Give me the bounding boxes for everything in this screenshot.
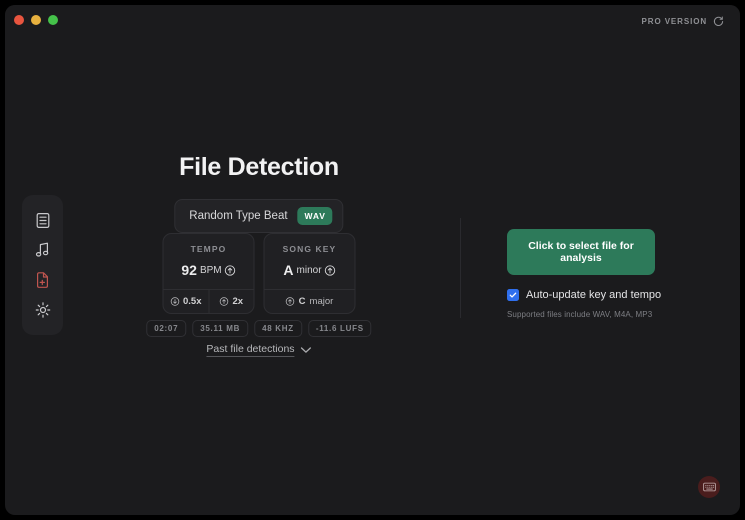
chip-sample-rate: 48 KHZ xyxy=(254,320,302,337)
circle-arrow-down-icon xyxy=(170,297,179,306)
tempo-card: TEMPO 92 BPM xyxy=(163,233,255,314)
chevron-down-icon xyxy=(301,346,312,354)
checkmark-icon xyxy=(509,291,517,299)
page-title: File Detection xyxy=(63,153,455,182)
tempo-half-button[interactable]: 0.5x xyxy=(164,290,209,313)
pro-version-label: PRO VERSION xyxy=(642,17,707,26)
chip-duration: 02:07 xyxy=(146,320,186,337)
tempo-card-value: 92 BPM xyxy=(170,262,248,278)
metadata-chips: 02:07 35.11 MB 48 KHZ -11.6 LUFS xyxy=(146,320,371,337)
tempo-unit: BPM xyxy=(200,265,222,276)
panel-divider xyxy=(460,218,461,318)
main-content: File Detection Random Type Beat WAV TEMP… xyxy=(63,35,455,515)
song-key-mode: minor xyxy=(297,265,322,276)
song-key-relative-mode: major xyxy=(310,296,334,307)
document-icon xyxy=(35,212,51,229)
title-bar: PRO VERSION xyxy=(5,5,740,35)
file-format-badge: WAV xyxy=(298,207,333,225)
song-key-card: SONG KEY A minor xyxy=(264,233,356,314)
app-window: PRO VERSION xyxy=(5,5,740,515)
auto-update-label: Auto-update key and tempo xyxy=(526,289,661,301)
circle-arrow-up-icon xyxy=(219,297,228,306)
song-key-card-value: A minor xyxy=(271,262,349,278)
song-key-relative-root: C xyxy=(299,296,306,307)
sidebar-item-new-file[interactable] xyxy=(30,267,56,293)
pro-version-badge[interactable]: PRO VERSION xyxy=(642,16,724,27)
sidebar xyxy=(22,195,63,335)
music-note-icon xyxy=(35,242,50,258)
past-file-detections-toggle[interactable]: Past file detections xyxy=(206,343,311,357)
file-select-panel: Click to select file for analysis Auto-u… xyxy=(507,229,707,319)
file-name-label: Random Type Beat xyxy=(189,210,287,222)
refresh-icon xyxy=(713,16,724,27)
tempo-double-label: 2x xyxy=(232,296,243,307)
chip-file-size: 35.11 MB xyxy=(192,320,248,337)
auto-update-row: Auto-update key and tempo xyxy=(507,289,707,301)
circle-arrow-up-icon[interactable] xyxy=(325,265,336,276)
close-button[interactable] xyxy=(14,15,24,25)
auto-update-checkbox[interactable] xyxy=(507,289,519,301)
file-add-icon xyxy=(35,272,50,289)
circle-arrow-up-icon[interactable] xyxy=(225,265,236,276)
song-key-relative-button[interactable]: C major xyxy=(265,290,355,313)
song-key-value: A xyxy=(283,262,293,278)
song-key-card-body: SONG KEY A minor xyxy=(265,234,355,289)
traffic-lights xyxy=(14,15,58,25)
tempo-card-label: TEMPO xyxy=(170,244,248,254)
supported-files-note: Supported files include WAV, M4A, MP3 xyxy=(507,310,707,319)
file-name-pill[interactable]: Random Type Beat WAV xyxy=(174,199,343,233)
gear-icon xyxy=(35,302,51,318)
sidebar-item-settings[interactable] xyxy=(30,297,56,323)
tempo-half-label: 0.5x xyxy=(183,296,202,307)
past-file-detections-label: Past file detections xyxy=(206,343,294,357)
maximize-button[interactable] xyxy=(48,15,58,25)
minimize-button[interactable] xyxy=(31,15,41,25)
tempo-value: 92 xyxy=(181,262,197,278)
sidebar-item-library[interactable] xyxy=(30,207,56,233)
keyboard-shortcuts-button[interactable] xyxy=(698,476,720,498)
keyboard-icon xyxy=(703,482,716,492)
detection-cards: TEMPO 92 BPM xyxy=(163,233,356,314)
tempo-card-footer: 0.5x 2x xyxy=(164,289,254,313)
song-key-card-footer: C major xyxy=(265,289,355,313)
chip-loudness: -11.6 LUFS xyxy=(308,320,372,337)
circle-arrow-up-icon xyxy=(286,297,295,306)
select-file-button[interactable]: Click to select file for analysis xyxy=(507,229,655,275)
sidebar-item-music[interactable] xyxy=(30,237,56,263)
tempo-card-body: TEMPO 92 BPM xyxy=(164,234,254,289)
tempo-double-button[interactable]: 2x xyxy=(208,290,254,313)
song-key-card-label: SONG KEY xyxy=(271,244,349,254)
